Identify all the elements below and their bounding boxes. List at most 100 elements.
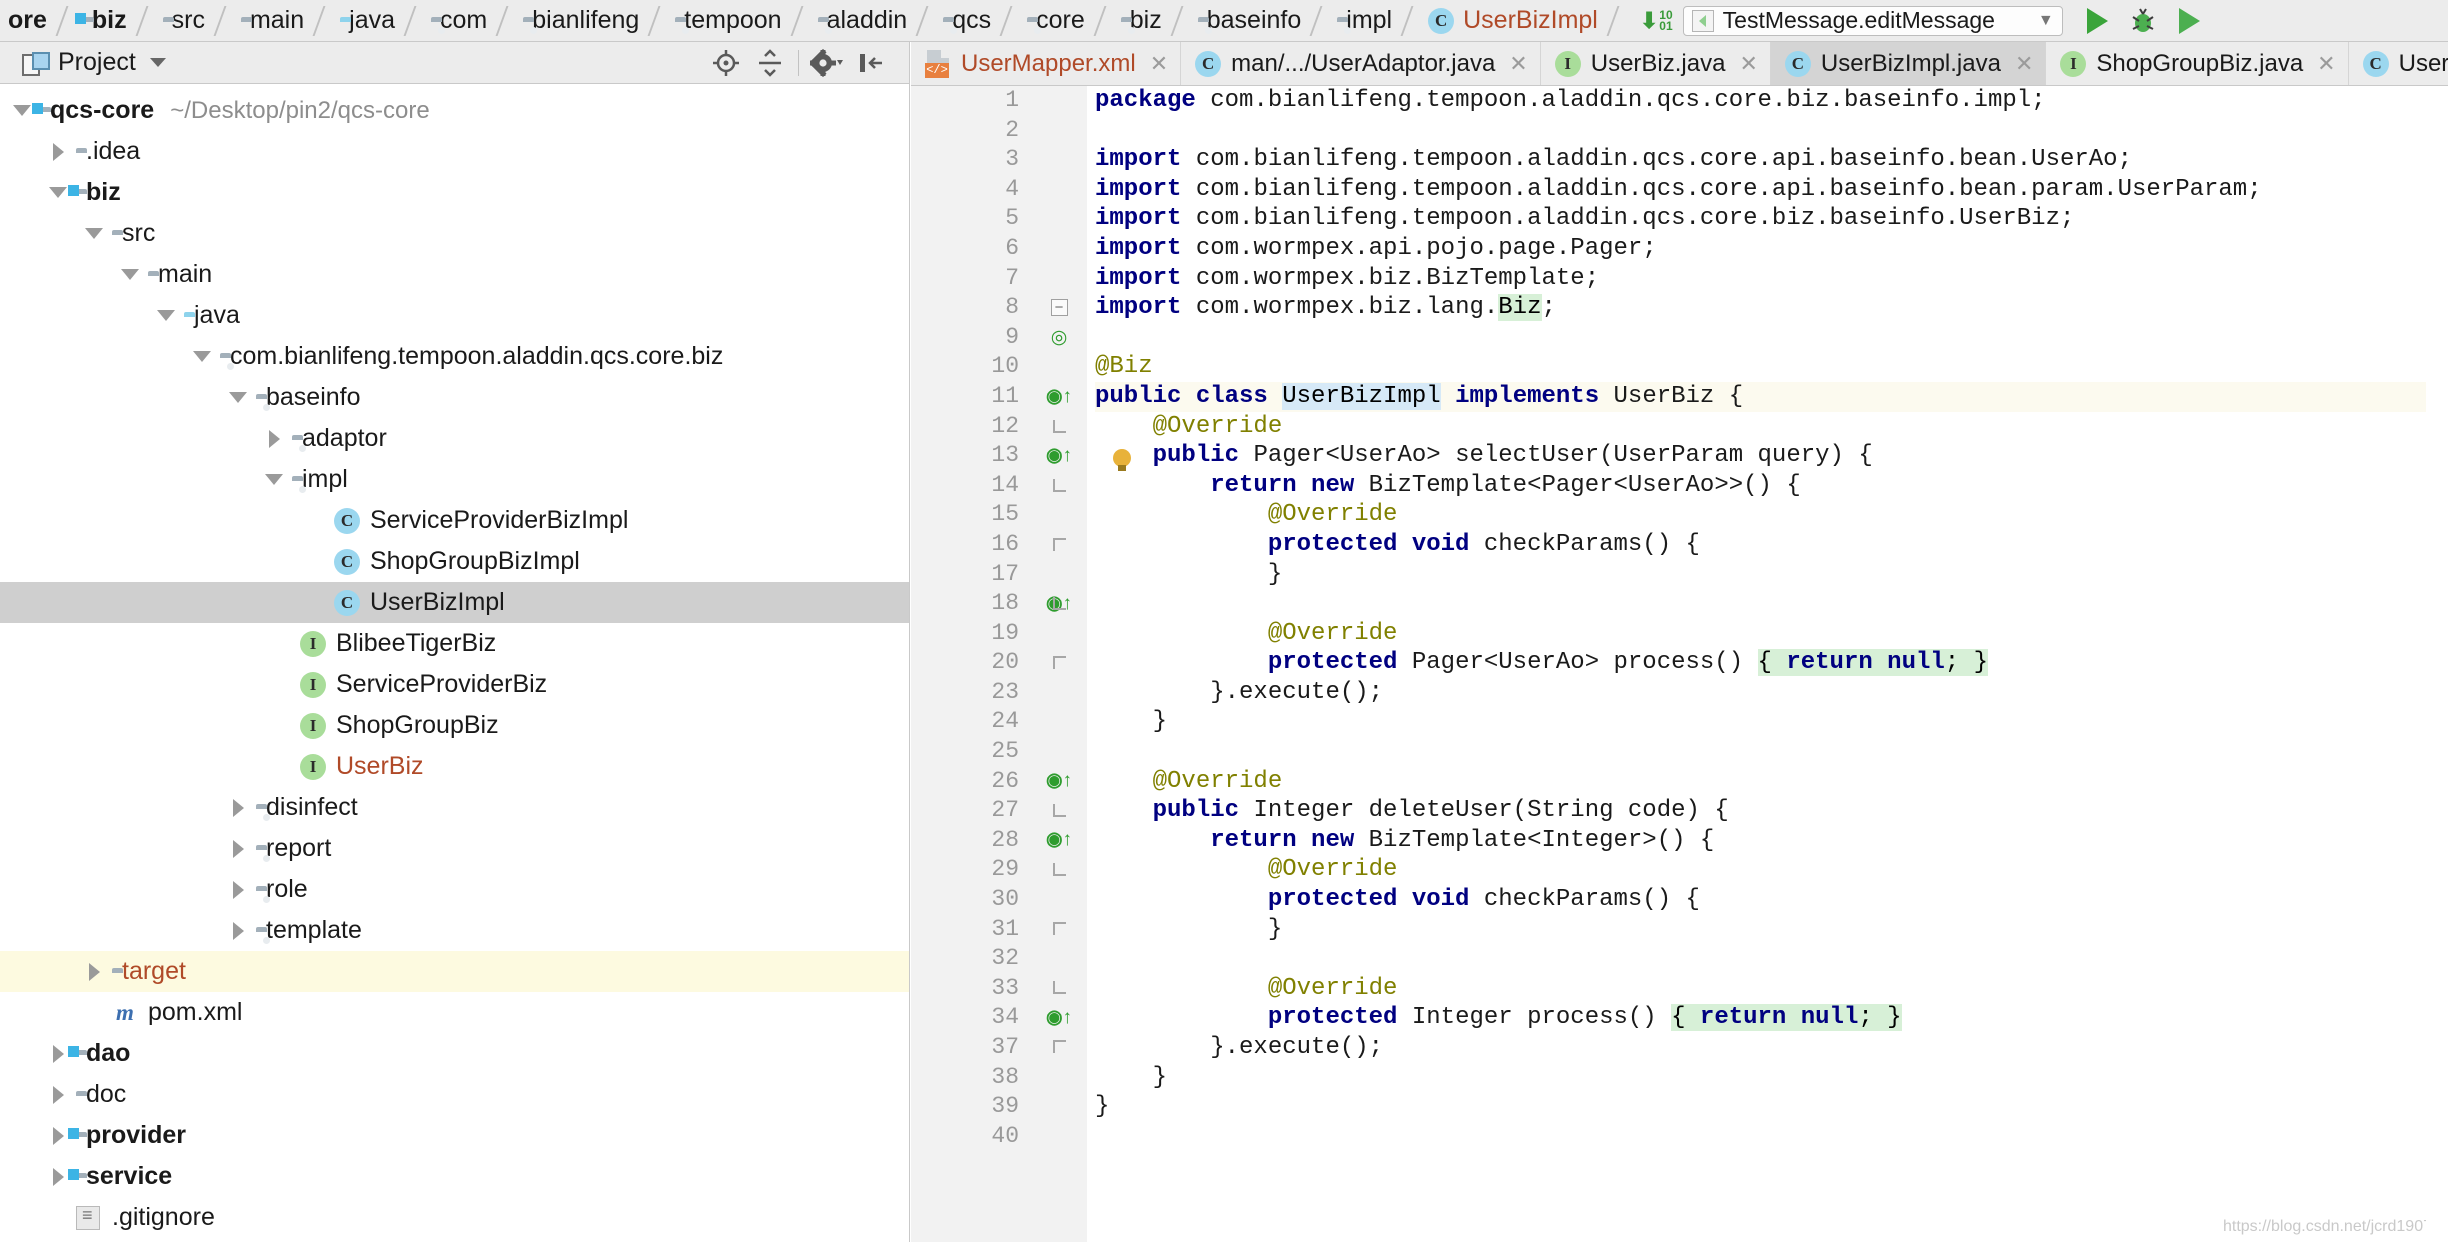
tree-row-root-pom[interactable]: m pom.xml (0, 1238, 909, 1242)
tree-row-serviceproviderbiz[interactable]: I ServiceProviderBiz (0, 664, 909, 705)
settings-button[interactable] (805, 42, 849, 84)
tree-row-adaptor[interactable]: adaptor (0, 418, 909, 459)
tab-userv[interactable]: C UserV (2348, 42, 2448, 85)
tree-row-doc[interactable]: doc (0, 1074, 909, 1115)
tree-row-userbizimpl[interactable]: C UserBizImpl (0, 582, 909, 623)
tree-row-role[interactable]: role (0, 869, 909, 910)
fold-block-icon[interactable] (1049, 914, 1069, 944)
tree-row-impl[interactable]: impl (0, 459, 909, 500)
fold-block-icon[interactable] (1049, 973, 1069, 1003)
implementing-method-marker[interactable]: ◉↑ (1041, 441, 1077, 471)
tree-row-shopgroupbizimpl[interactable]: C ShopGroupBizImpl (0, 541, 909, 582)
tree-row-serviceproviderbizimpl[interactable]: C ServiceProviderBizImpl (0, 500, 909, 541)
tab-userbizimpl-java[interactable]: C UserBizImpl.java ✕ (1770, 42, 2047, 85)
fold-method-icon[interactable] (1049, 412, 1069, 442)
tree-row-blibeetigerbiz[interactable]: I BlibeeTigerBiz (0, 623, 909, 664)
twisty-collapsed-icon[interactable] (224, 787, 252, 828)
bean-marker[interactable]: ◎ (1041, 323, 1077, 353)
fold-block-icon[interactable] (1049, 648, 1069, 678)
implementing-method-marker[interactable]: ◉↑ (1041, 382, 1077, 412)
breadcrumb-item-qcs[interactable]: qcs (935, 0, 997, 41)
fold-block-icon[interactable] (1049, 855, 1069, 885)
twisty-collapsed-icon[interactable] (224, 828, 252, 869)
tab-userbiz-java[interactable]: I UserBiz.java ✕ (1540, 42, 1771, 85)
tab-usermapper-xml[interactable]: </> UserMapper.xml ✕ (911, 42, 1182, 85)
fold-block-icon[interactable] (1049, 530, 1069, 560)
gutter-marks[interactable]: ◉↑ ◉↑ ◉↑ ◉↑ ◉↑ ◉↑ ◎ − (1031, 86, 1087, 1242)
tree-row-idea[interactable]: .idea (0, 131, 909, 172)
tree-row-report[interactable]: report (0, 828, 909, 869)
breadcrumb-item-bianlifeng[interactable]: bianlifeng (515, 0, 645, 41)
tree-row-shopgroupbiz[interactable]: I ShopGroupBiz (0, 705, 909, 746)
close-icon[interactable]: ✕ (1739, 51, 1757, 77)
tree-row-template[interactable]: template (0, 910, 909, 951)
twisty-expanded-icon[interactable] (80, 213, 108, 254)
breadcrumb-item-biz[interactable]: biz (75, 0, 133, 41)
breadcrumb-item-ore[interactable]: ore (0, 0, 53, 41)
editor-scrollbar[interactable] (2426, 130, 2448, 1242)
fold-block-icon[interactable] (1049, 471, 1069, 501)
tree-row-biz[interactable]: biz (0, 172, 909, 213)
run-button[interactable] (2081, 4, 2115, 38)
twisty-collapsed-icon[interactable] (80, 951, 108, 992)
project-tree[interactable]: qcs-core ~/Desktop/pin2/qcs-core .idea b… (0, 84, 909, 1242)
fold-import-icon[interactable]: − (1049, 293, 1069, 323)
code-content[interactable]: package com.bianlifeng.tempoon.aladdin.q… (1087, 86, 2448, 1242)
tree-row-java[interactable]: java (0, 295, 909, 336)
twisty-expanded-icon[interactable] (224, 377, 252, 418)
twisty-collapsed-icon[interactable] (44, 1074, 72, 1115)
debug-button[interactable] (2127, 4, 2161, 38)
tree-row-service[interactable]: service (0, 1156, 909, 1197)
tree-row-main[interactable]: main (0, 254, 909, 295)
hide-panel-button[interactable] (849, 42, 893, 84)
breadcrumb-item-impl[interactable]: impl (1329, 0, 1398, 41)
twisty-expanded-icon[interactable] (152, 295, 180, 336)
tree-row-qcs-core[interactable]: qcs-core ~/Desktop/pin2/qcs-core (0, 90, 909, 131)
close-icon[interactable]: ✕ (2015, 51, 2033, 77)
twisty-collapsed-icon[interactable] (44, 131, 72, 172)
tree-row-gitignore[interactable]: .gitignore (0, 1197, 909, 1238)
run-with-coverage-button[interactable] (2173, 4, 2207, 38)
implementing-method-marker[interactable]: ◉↑ (1041, 825, 1077, 855)
run-configuration-selector[interactable]: TestMessage.editMessage ▼ (1682, 5, 2063, 36)
tree-row-root-package[interactable]: com.bianlifeng.tempoon.aladdin.qcs.core.… (0, 336, 909, 377)
breadcrumb-item-main[interactable]: main (233, 0, 310, 41)
twisty-expanded-icon[interactable] (260, 459, 288, 500)
breadcrumb-item-biz2[interactable]: biz (1113, 0, 1168, 41)
close-icon[interactable]: ✕ (2317, 51, 2335, 77)
compile-bits-icon[interactable]: ⬇ 10 01 (1640, 9, 1673, 32)
close-icon[interactable]: ✕ (1150, 51, 1168, 77)
breadcrumb-item-core[interactable]: core (1019, 0, 1091, 41)
implementing-method-marker[interactable]: ◉↑ (1041, 766, 1077, 796)
implementing-method-marker[interactable]: ◉↑ (1041, 1003, 1077, 1033)
tree-row-userbiz[interactable]: I UserBiz (0, 746, 909, 787)
breadcrumb-item-tempoon[interactable]: tempoon (667, 0, 787, 41)
breadcrumb-item-com[interactable]: com (423, 0, 493, 41)
breadcrumb-item-src[interactable]: src (155, 0, 211, 41)
twisty-expanded-icon[interactable] (188, 336, 216, 377)
fold-block-icon[interactable] (1049, 1032, 1069, 1062)
twisty-collapsed-icon[interactable] (224, 869, 252, 910)
tree-row-dao[interactable]: dao (0, 1033, 909, 1074)
tree-row-disinfect[interactable]: disinfect (0, 787, 909, 828)
tree-row-provider[interactable]: provider (0, 1115, 909, 1156)
code-editor[interactable]: 1 2 3 4 5 6 7 8 9 10 11 12 13 14 15 16 1… (911, 86, 2448, 1242)
close-icon[interactable]: ✕ (1509, 51, 1527, 77)
breadcrumb-item-java[interactable]: java (332, 0, 401, 41)
fold-block-icon[interactable] (1049, 589, 1069, 619)
collapse-all-button[interactable] (748, 42, 792, 84)
intention-bulb-icon[interactable] (1107, 446, 1137, 476)
tab-shopgroupbiz-java[interactable]: I ShopGroupBiz.java ✕ (2046, 42, 2349, 85)
tree-row-biz-pom[interactable]: m pom.xml (0, 992, 909, 1033)
twisty-collapsed-icon[interactable] (260, 418, 288, 459)
breadcrumb-item-aladdin[interactable]: aladdin (810, 0, 914, 41)
breadcrumb-item-baseinfo[interactable]: baseinfo (1190, 0, 1308, 41)
tab-useradaptor-java[interactable]: C man/.../UserAdaptor.java ✕ (1181, 42, 1541, 85)
tree-row-baseinfo[interactable]: baseinfo (0, 377, 909, 418)
tree-row-src[interactable]: src (0, 213, 909, 254)
fold-method-icon[interactable] (1049, 796, 1069, 826)
twisty-expanded-icon[interactable] (116, 254, 144, 295)
chevron-down-icon[interactable] (149, 58, 166, 67)
locate-file-button[interactable] (704, 42, 748, 84)
twisty-collapsed-icon[interactable] (224, 910, 252, 951)
